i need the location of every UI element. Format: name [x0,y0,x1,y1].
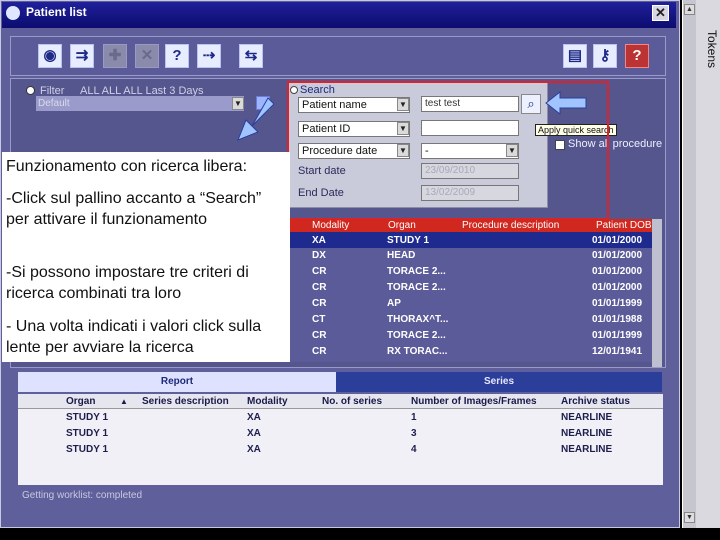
query-icon[interactable]: ? [165,44,189,68]
cell-status: NEARLINE [561,444,613,455]
table-row[interactable]: CT THORAX^T... 01/01/1988 [290,312,652,328]
cell-organ: RX TORAC... [387,346,448,357]
column-series-description[interactable]: Series description [142,396,229,407]
table-row[interactable]: XA STUDY 1 01/01/2000 [290,232,652,248]
cell-modality: XA [247,444,261,455]
cell-organ: STUDY 1 [66,428,109,439]
app-eye-icon [6,6,20,20]
cell-dob: 01/01/1988 [592,314,643,325]
table-row[interactable]: CR TORACE 2... 01/01/1999 [290,328,652,344]
annotation-step-3: - Una volta indicati i valori click sull… [6,318,262,356]
cell-dob: 12/01/1941 [592,346,643,357]
cell-organ: TORACE 2... [387,266,446,277]
cell-organ: AP [387,298,401,309]
column-patient-dob[interactable]: Patient DOB [596,219,652,232]
annotation-arrow-left-icon [545,90,587,116]
cell-images: 1 [411,412,417,423]
cell-organ: STUDY 1 [387,235,430,246]
cell-organ: HEAD [387,250,416,261]
scroll-down-icon[interactable]: ▼ [684,512,695,523]
cell-status: NEARLINE [561,412,613,423]
cell-modality: CR [312,346,327,357]
close-button[interactable]: ✕ [652,5,669,21]
cell-organ: THORAX^T... [387,314,449,325]
cell-dob: 01/01/2000 [592,250,643,261]
cell-modality: XA [312,235,326,246]
filter-preset-select[interactable]: Default [36,96,244,111]
report-icon[interactable]: ▤ [563,44,587,68]
move-series-icon[interactable]: ⇉ [70,44,94,68]
tab-series[interactable]: Series [336,372,662,392]
filter-radio[interactable] [26,86,35,95]
cell-modality: CR [312,266,327,277]
cell-images: 4 [411,444,417,455]
help-icon[interactable]: ? [625,44,649,68]
cell-images: 3 [411,428,417,439]
cell-modality: CR [312,282,327,293]
cell-organ: TORACE 2... [387,282,446,293]
annotation-step-2: -Si possono impostare tre criteri di ric… [6,264,249,302]
sort-up-icon: ▲ [120,397,128,406]
table-row[interactable]: STUDY 1 XA 1 NEARLINE [18,410,663,426]
table-row[interactable]: CR RX TORAC... 12/01/1941 [290,344,652,362]
column-modality[interactable]: Modality [312,219,349,232]
annotation-box: Funzionamento con ricerca libera: -Click… [2,152,290,362]
key-icon[interactable]: ⚷ [593,44,617,68]
cell-organ: STUDY 1 [66,412,109,423]
column-procedure-description[interactable]: Procedure description [462,219,559,232]
cell-modality: CR [312,298,327,309]
cell-organ: STUDY 1 [66,444,109,455]
tab-report[interactable]: Report [18,372,336,392]
column-no-of-series[interactable]: No. of series [322,396,382,407]
annotation-step-1: -Click sul pallino accanto a “Search” pe… [6,190,262,228]
table-row[interactable]: CR AP 01/01/1999 [290,296,652,312]
column-number-of-images[interactable]: Number of Images/Frames [411,396,537,407]
table-row[interactable]: STUDY 1 XA 4 NEARLINE [18,442,663,458]
column-modality[interactable]: Modality [247,396,288,407]
worklist-scrollbar[interactable] [652,219,662,367]
retrieve-icon[interactable]: ⇆ [239,44,263,68]
cell-modality: XA [247,428,261,439]
open-patient-icon[interactable]: ◉ [38,44,62,68]
column-organ[interactable]: Organ [66,396,95,407]
scroll-up-icon[interactable]: ▲ [684,4,695,15]
cell-modality: XA [247,412,261,423]
window-title: Patient list [26,5,87,19]
table-row[interactable]: DX HEAD 01/01/2000 [290,248,652,264]
annotation-arrow-icon [237,97,275,141]
delete-icon[interactable]: ✕ [135,44,159,68]
cell-dob: 01/01/2000 [592,266,643,277]
cell-organ: TORACE 2... [387,330,446,341]
cell-modality: CT [312,314,326,325]
table-row[interactable]: STUDY 1 XA 3 NEARLINE [18,426,663,442]
status-bar: Getting worklist: completed [22,490,143,501]
annotation-title: Funzionamento con ricerca libera: [6,158,248,175]
cell-dob: 01/01/2000 [592,282,643,293]
cell-status: NEARLINE [561,428,613,439]
cell-dob: 01/01/1999 [592,330,643,341]
column-organ[interactable]: Organ [388,219,416,232]
right-scrollbar[interactable] [682,0,696,528]
table-row[interactable]: CR TORACE 2... 01/01/2000 [290,264,652,280]
cell-dob: 01/01/1999 [592,298,643,309]
table-row[interactable]: CR TORACE 2... 01/01/2000 [290,280,652,296]
column-archive-status[interactable]: Archive status [561,396,630,407]
refresh-icon[interactable]: ✚ [103,44,127,68]
cell-modality: DX [312,250,326,261]
bottom-bar [0,528,720,540]
send-icon[interactable]: ⇢ [197,44,221,68]
cell-dob: 01/01/2000 [592,235,643,246]
title-bar[interactable] [2,2,676,28]
cell-modality: CR [312,330,327,341]
